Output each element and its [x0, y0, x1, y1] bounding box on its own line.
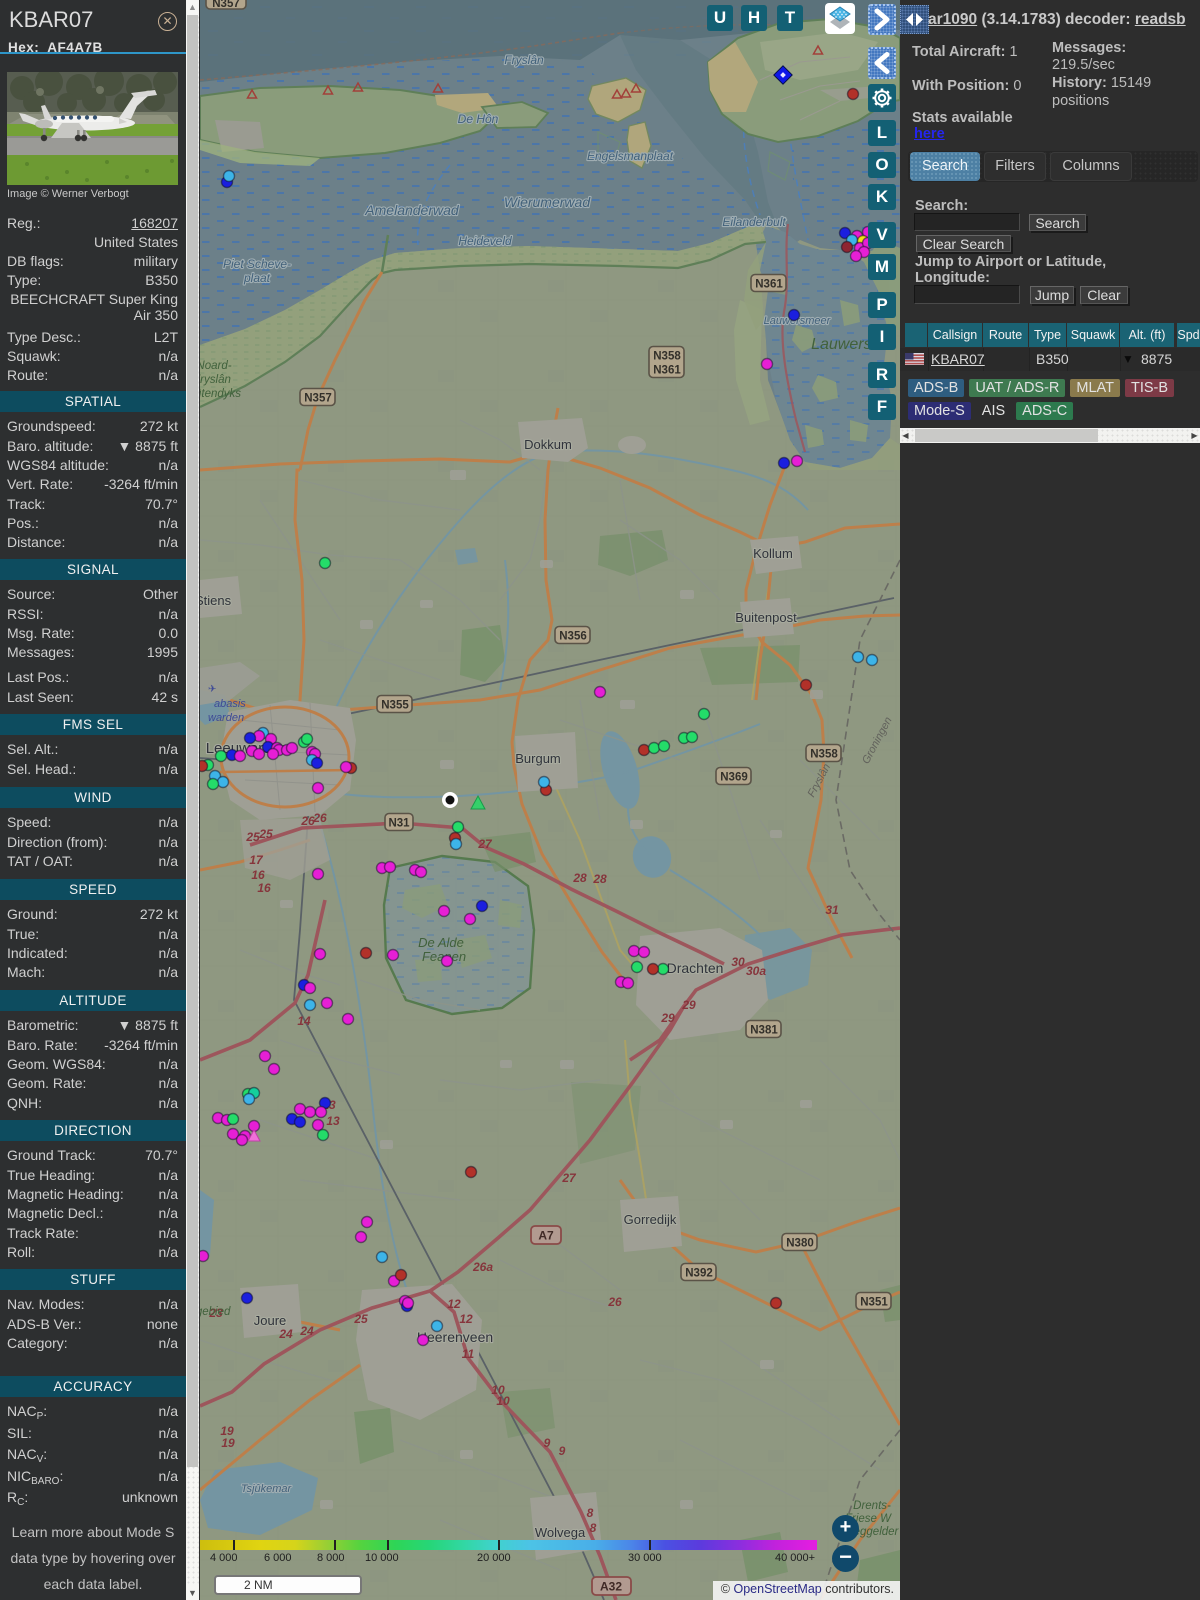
svg-text:Dokkum: Dokkum: [524, 437, 572, 452]
svg-text:ûtendyks: ûtendyks: [200, 388, 241, 400]
svg-text:Noard-: Noard-: [200, 360, 232, 372]
svg-text:25: 25: [258, 827, 273, 841]
svg-text:Fryslân: Fryslân: [200, 374, 231, 386]
svg-text:26: 26: [607, 1295, 622, 1309]
svg-text:A7: A7: [538, 1229, 554, 1243]
svg-text:Wierumerwad: Wierumerwad: [504, 194, 591, 210]
svg-text:N351: N351: [860, 1297, 888, 1309]
svg-text:N361: N361: [755, 279, 783, 291]
svg-text:Amelanderwad: Amelanderwad: [364, 202, 460, 218]
svg-text:29: 29: [681, 998, 696, 1012]
svg-text:Kollum: Kollum: [753, 546, 793, 561]
svg-text:ergebied: ergebied: [200, 1306, 231, 1318]
svg-text:abasis: abasis: [214, 698, 246, 710]
svg-text:N369: N369: [720, 772, 748, 784]
svg-text:10: 10: [496, 1394, 510, 1408]
svg-text:N380: N380: [786, 1238, 814, 1250]
svg-text:8: 8: [590, 1521, 597, 1535]
svg-text:Drents-: Drents-: [853, 1500, 891, 1512]
svg-text:Heideveld: Heideveld: [458, 234, 512, 248]
svg-text:8: 8: [587, 1506, 594, 1520]
svg-text:16: 16: [257, 881, 271, 895]
svg-text:26a: 26a: [472, 1260, 493, 1274]
svg-text:9: 9: [559, 1444, 566, 1458]
svg-text:26: 26: [312, 811, 327, 825]
svg-text:Engelsmanplaat: Engelsmanplaat: [587, 149, 674, 163]
svg-text:28: 28: [592, 872, 607, 886]
svg-text:17: 17: [249, 853, 264, 867]
svg-text:27: 27: [477, 837, 493, 851]
svg-text:Joure: Joure: [254, 1313, 287, 1328]
svg-text:N361: N361: [653, 365, 681, 377]
svg-text:19: 19: [221, 1436, 235, 1450]
svg-text:N357: N357: [212, 0, 240, 10]
svg-text:27: 27: [561, 1171, 577, 1185]
svg-text:25: 25: [353, 1312, 368, 1326]
svg-text:eggelder: eggelder: [854, 1526, 900, 1538]
svg-text:N358: N358: [810, 749, 838, 761]
svg-text:16: 16: [251, 868, 265, 882]
svg-text:29: 29: [660, 1011, 675, 1025]
svg-text:N357: N357: [304, 393, 332, 405]
svg-text:N358: N358: [653, 351, 681, 363]
svg-text:De Alde: De Alde: [418, 935, 464, 950]
svg-text:Piet Scheve-: Piet Scheve-: [223, 257, 291, 271]
svg-text:30a: 30a: [746, 964, 766, 978]
svg-text:Eilanderbult: Eilanderbult: [722, 215, 786, 229]
svg-text:N355: N355: [381, 700, 409, 712]
svg-text:plaat: plaat: [243, 271, 271, 285]
svg-text:11: 11: [462, 1347, 475, 1361]
svg-text:12: 12: [459, 1312, 473, 1326]
svg-text:28: 28: [572, 871, 587, 885]
svg-text:De Hôn: De Hôn: [458, 112, 499, 126]
svg-text:A32: A32: [600, 1580, 622, 1594]
svg-text:Gorredijk: Gorredijk: [624, 1212, 677, 1227]
svg-text:Fryslân: Fryslân: [504, 53, 544, 67]
svg-text:Drachten: Drachten: [667, 960, 724, 976]
svg-text:Burgum: Burgum: [515, 751, 561, 766]
svg-text:✈: ✈: [208, 684, 216, 695]
svg-text:31: 31: [825, 903, 839, 917]
svg-text:24: 24: [278, 1327, 293, 1341]
svg-text:Wolvega: Wolvega: [535, 1525, 586, 1540]
svg-text:N356: N356: [559, 631, 587, 643]
svg-text:N392: N392: [685, 1268, 713, 1280]
svg-text:12: 12: [447, 1297, 461, 1311]
svg-text:N31: N31: [388, 818, 410, 830]
svg-text:13: 13: [326, 1114, 340, 1128]
svg-text:Tsjûkemar: Tsjûkemar: [241, 1483, 293, 1495]
svg-text:Stiens: Stiens: [200, 593, 232, 608]
svg-text:24: 24: [299, 1324, 314, 1338]
svg-text:30: 30: [731, 955, 745, 969]
svg-text:Buitenpost: Buitenpost: [735, 610, 797, 625]
svg-text:14: 14: [297, 1014, 311, 1028]
svg-text:warden: warden: [208, 712, 244, 724]
svg-text:25: 25: [245, 830, 260, 844]
svg-text:N381: N381: [750, 1025, 778, 1037]
svg-text:9: 9: [544, 1436, 551, 1450]
